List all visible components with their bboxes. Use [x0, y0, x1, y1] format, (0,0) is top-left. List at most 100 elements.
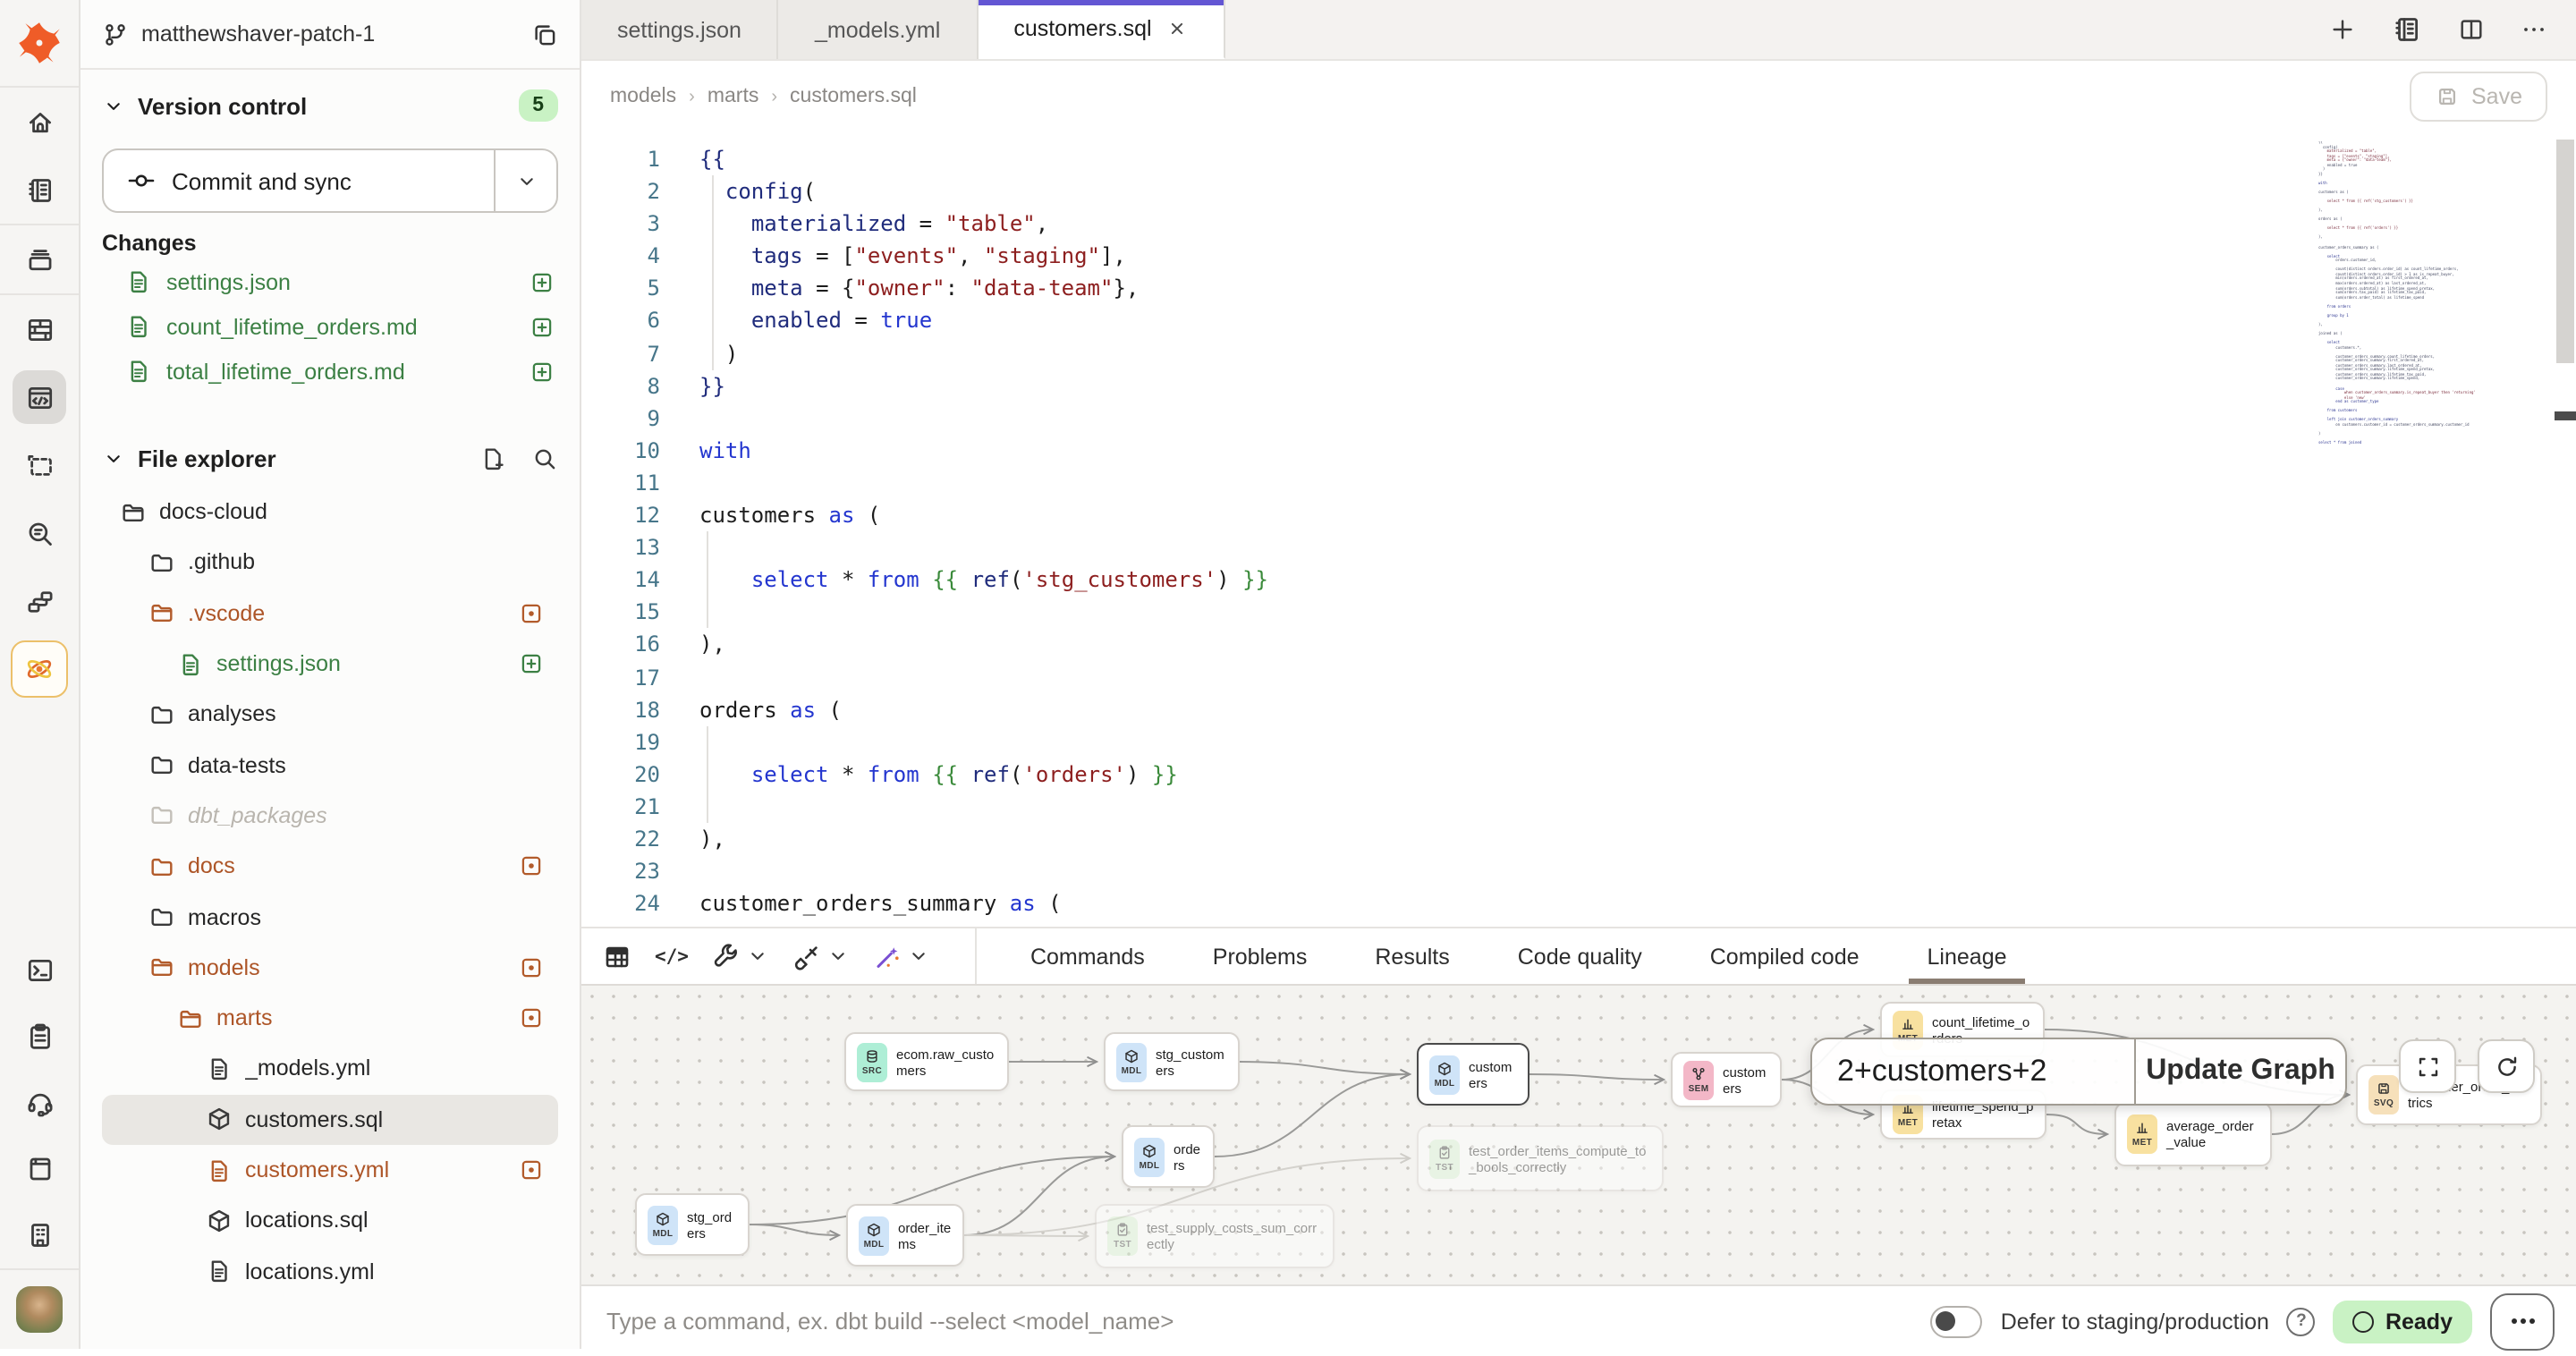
- close-tab-icon[interactable]: [1166, 18, 1188, 39]
- code-line[interactable]: 22),: [581, 823, 2576, 855]
- code-editor[interactable]: 1{{2 config(3 materialized = "table",4 t…: [581, 132, 2576, 927]
- lineage-node-test_supply[interactable]: TST test_supply_costs_sum_correctly: [1095, 1204, 1335, 1268]
- code-line[interactable]: 18orders as (: [581, 693, 2576, 725]
- defer-toggle[interactable]: [1931, 1305, 1983, 1337]
- new-file-icon[interactable]: [479, 445, 506, 471]
- notebook-panel-icon[interactable]: [2392, 14, 2422, 45]
- panel-tab-Commands[interactable]: Commands: [1023, 928, 1152, 984]
- stage-add-icon[interactable]: [530, 314, 555, 339]
- activity-item-flow[interactable]: [13, 574, 66, 628]
- code-line[interactable]: 19: [581, 725, 2576, 758]
- panel-tab-Results[interactable]: Results: [1368, 928, 1456, 984]
- commit-and-sync-button[interactable]: Commit and sync: [102, 148, 558, 213]
- lineage-node-test_order_items[interactable]: TST test_order_items_compute_to_bools_co…: [1417, 1125, 1664, 1191]
- tree-item-models[interactable]: models: [102, 942, 558, 993]
- tree-item-locations.yml[interactable]: locations.yml: [102, 1246, 558, 1297]
- code-line[interactable]: 10with: [581, 435, 2576, 467]
- tree-item-marts[interactable]: marts: [102, 993, 558, 1044]
- wrench-icon[interactable]: [712, 942, 741, 970]
- code-line[interactable]: 5 meta = {"owner": "data-team"},: [581, 273, 2576, 305]
- branch-header[interactable]: matthewshaver-patch-1: [80, 0, 580, 70]
- code-line[interactable]: 6 enabled = true: [581, 305, 2576, 337]
- activity-item-home[interactable]: [13, 95, 66, 148]
- tree-item-docs-cloud[interactable]: docs-cloud: [102, 487, 558, 538]
- tree-item-analyses[interactable]: analyses: [102, 689, 558, 740]
- tree-item-dbt_packages[interactable]: dbt_packages: [102, 791, 558, 842]
- lineage-node-customers_sem[interactable]: SEM customers: [1671, 1052, 1782, 1107]
- tree-item-customers.yml[interactable]: customers.yml: [102, 1145, 558, 1196]
- code-line[interactable]: 15: [581, 597, 2576, 629]
- save-button[interactable]: Save: [2409, 72, 2547, 122]
- code-line[interactable]: 16),: [581, 629, 2576, 661]
- panel-tab-Lineage[interactable]: Lineage: [1920, 928, 2014, 984]
- code-line[interactable]: 24customer_orders_summary as (: [581, 887, 2576, 920]
- lineage-node-customers_mdl[interactable]: MDL customers: [1417, 1043, 1530, 1106]
- code-line[interactable]: 11: [581, 467, 2576, 499]
- activity-item-layers[interactable]: [13, 233, 66, 286]
- tree-item-locations.sql[interactable]: locations.sql: [102, 1195, 558, 1246]
- activity-item-terminal[interactable]: [13, 944, 66, 997]
- command-input[interactable]: Type a command, ex. dbt build --select <…: [606, 1308, 1174, 1335]
- stage-add-icon[interactable]: [530, 359, 555, 384]
- tab-overflow-menu-icon[interactable]: [2521, 16, 2547, 43]
- chevron-down-icon[interactable]: [746, 945, 769, 968]
- lineage-node-stg_orders[interactable]: MDL stg_orders: [635, 1193, 750, 1256]
- more-options-button[interactable]: [2490, 1292, 2555, 1350]
- split-editor-icon[interactable]: [2458, 16, 2485, 43]
- code-line[interactable]: 3 materialized = "table",: [581, 208, 2576, 240]
- code-line[interactable]: 4 tags = ["events", "staging"],: [581, 241, 2576, 273]
- chevron-down-icon[interactable]: [102, 446, 125, 470]
- code-line[interactable]: 14 select * from {{ ref('stg_customers')…: [581, 564, 2576, 596]
- code-line[interactable]: 23: [581, 855, 2576, 887]
- commit-options-caret[interactable]: [494, 150, 556, 211]
- code-line[interactable]: 9: [581, 403, 2576, 435]
- ide-status-badge[interactable]: Ready: [2334, 1300, 2472, 1343]
- stage-add-icon[interactable]: [530, 269, 555, 294]
- update-graph-button[interactable]: Update Graph: [2134, 1039, 2345, 1104]
- tree-item-docs[interactable]: docs: [102, 841, 558, 892]
- editor-scrollbar[interactable]: [2555, 132, 2576, 927]
- activity-item-search-doc[interactable]: [13, 506, 66, 560]
- minimap[interactable]: {{ config( materialized = "table", tags …: [2318, 141, 2533, 446]
- lineage-node-order_items[interactable]: MDL order_items: [846, 1204, 964, 1267]
- code-icon[interactable]: </>: [655, 945, 689, 967]
- panel-tab-Code quality[interactable]: Code quality: [1511, 928, 1649, 984]
- new-tab-icon[interactable]: [2329, 16, 2356, 43]
- lineage-selector-input[interactable]: 2+customers+2: [1812, 1039, 2134, 1104]
- activity-item-atom[interactable]: [11, 640, 68, 698]
- lineage-node-stg_customers[interactable]: MDL stg_customers: [1104, 1032, 1240, 1091]
- tree-item-data-tests[interactable]: data-tests: [102, 740, 558, 791]
- code-line[interactable]: 17: [581, 661, 2576, 693]
- activity-item-bricks[interactable]: [13, 302, 66, 356]
- editor-tab-_models.yml[interactable]: _models.yml: [779, 0, 978, 59]
- lineage-fullscreen-button[interactable]: [2399, 1039, 2456, 1093]
- changed-file-row[interactable]: settings.json: [102, 259, 558, 304]
- help-icon[interactable]: ?: [2287, 1307, 2316, 1335]
- table-icon[interactable]: [603, 942, 631, 970]
- lineage-node-src_raw_customers[interactable]: SRC ecom.raw_customers: [844, 1032, 1009, 1091]
- code-line[interactable]: 21: [581, 791, 2576, 823]
- tree-item-macros[interactable]: macros: [102, 892, 558, 943]
- panel-tab-Problems[interactable]: Problems: [1206, 928, 1315, 984]
- code-line[interactable]: 7 ): [581, 337, 2576, 369]
- activity-item-code-window[interactable]: [13, 370, 66, 424]
- code-line[interactable]: 13: [581, 531, 2576, 564]
- code-line[interactable]: 1{{: [581, 143, 2576, 175]
- lineage-node-average_order_value[interactable]: MET average_order_value: [2114, 1102, 2272, 1166]
- activity-item-headset[interactable]: [13, 1076, 66, 1130]
- editor-tab-customers.sql[interactable]: customers.sql: [978, 0, 1224, 59]
- editor-tab-settings.json[interactable]: settings.json: [581, 0, 779, 59]
- chevron-down-icon[interactable]: [826, 945, 850, 968]
- changed-file-row[interactable]: count_lifetime_orders.md: [102, 304, 558, 349]
- activity-item-building[interactable]: [13, 1208, 66, 1262]
- tree-item-.vscode[interactable]: .vscode: [102, 588, 558, 639]
- code-line[interactable]: 12customers as (: [581, 499, 2576, 531]
- chevron-down-icon[interactable]: [102, 94, 125, 117]
- tree-item-customers.sql[interactable]: customers.sql: [102, 1094, 558, 1145]
- lineage-node-orders[interactable]: MDL orders: [1122, 1125, 1215, 1188]
- tree-item-_models.yml[interactable]: _models.yml: [102, 1044, 558, 1095]
- activity-item-canvas[interactable]: [13, 438, 66, 492]
- activity-item-clipboard[interactable]: [13, 1010, 66, 1064]
- panel-tab-Compiled code[interactable]: Compiled code: [1703, 928, 1867, 984]
- scrollbar-thumb[interactable]: [2556, 140, 2574, 363]
